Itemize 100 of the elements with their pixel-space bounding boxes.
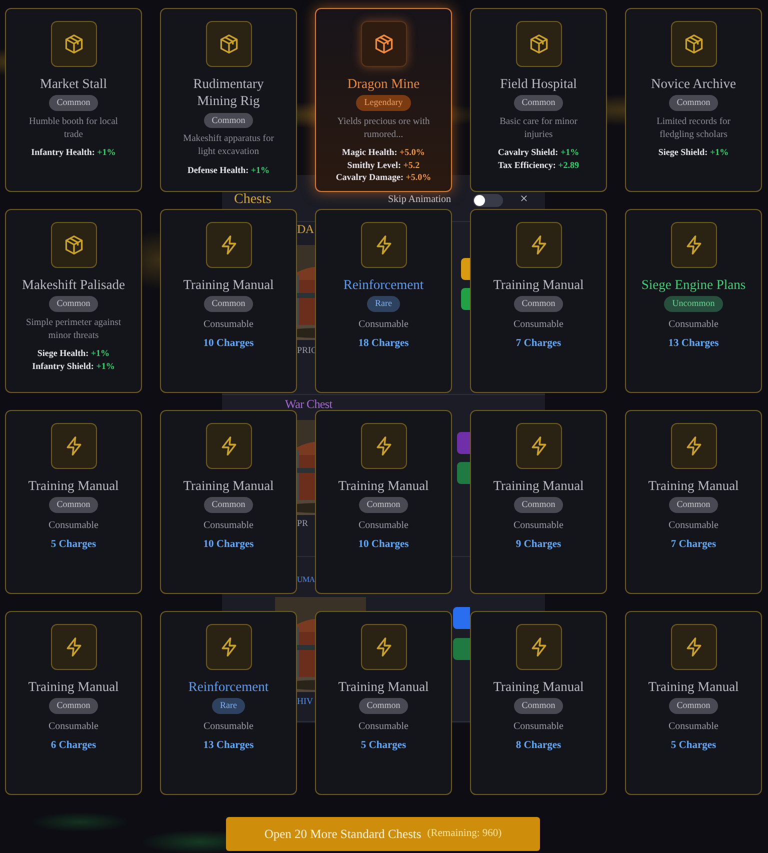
item-name: Training Manual <box>182 276 275 294</box>
rarity-badge: Common <box>514 95 564 111</box>
item-name: Training Manual <box>647 477 740 494</box>
section-title: DA <box>297 223 314 235</box>
item-description: Simple perimeter against minor threats <box>25 316 122 342</box>
rarity-badge: Common <box>204 296 254 312</box>
item-name: Training Manual <box>27 477 120 494</box>
bonus-stat: Siege Health: +1% <box>37 347 110 360</box>
rarity-badge: Common <box>358 497 408 513</box>
item-description: Yields precious ore with rumored... <box>336 116 431 142</box>
item-name: Dragon Mine <box>346 75 421 92</box>
charges-count: 5 Charges <box>50 538 96 552</box>
bonus-stat: Infantry Health: +1% <box>31 146 116 159</box>
item-name: Training Manual <box>647 678 740 696</box>
item-name: Siege Engine Plans <box>640 276 747 294</box>
charges-count: 13 Charges <box>668 336 719 351</box>
item-name: Training Manual <box>492 477 585 494</box>
rarity-badge: Common <box>668 698 718 714</box>
item-type: Consumable <box>514 720 564 734</box>
rarity-badge: Common <box>204 497 254 513</box>
chest-caption: HIV <box>297 697 313 706</box>
bonus-stat: Magic Health: +5.0% <box>342 146 425 159</box>
toggle-label: Skip Animation <box>388 195 452 205</box>
chest-button[interactable] <box>461 288 470 310</box>
item-name: Reinforcement <box>187 678 270 696</box>
charges-count: 7 Charges <box>516 336 562 351</box>
charges-count: 5 Charges <box>360 738 406 753</box>
bonus-stat: Siege Shield: +1% <box>658 146 729 159</box>
charges-count: 10 Charges <box>358 538 409 552</box>
item-name: Training Manual <box>492 276 585 294</box>
box-icon <box>682 33 704 55</box>
box-icon <box>372 33 394 55</box>
charges-count: 18 Charges <box>358 336 409 351</box>
item-name: Rudimentary Mining Rig <box>192 75 265 110</box>
bonus-stat: Cavalry Shield: +1% <box>498 146 580 159</box>
rarity-badge: Uncommon <box>664 296 723 312</box>
rarity-badge: Common <box>48 497 98 513</box>
item-name: Training Manual <box>492 678 585 696</box>
rarity-badge: Common <box>204 112 254 128</box>
item-type: Consumable <box>668 318 718 332</box>
charges-count: 7 Charges <box>670 538 716 552</box>
item-name: Training Manual <box>337 477 430 494</box>
item-type: Consumable <box>668 720 718 734</box>
charges-count: 5 Charges <box>670 738 716 753</box>
item-type: Consumable <box>48 518 98 533</box>
item-description: Limited records for fledgling scholars <box>656 116 732 142</box>
charges-count: 10 Charges <box>203 336 254 351</box>
close-button[interactable]: × <box>520 193 528 207</box>
item-description: Makeshift apparatus for light excavation <box>182 133 275 159</box>
item-type: Consumable <box>358 720 408 734</box>
item-name: Reinforcement <box>342 276 425 294</box>
rarity-badge: Common <box>668 497 718 513</box>
item-name: Novice Archive <box>650 75 738 92</box>
rarity-badge: Rare <box>367 296 400 312</box>
bonus-stat: Smithy Level: +5.2 <box>347 158 420 172</box>
chest-caption: PR <box>297 519 308 528</box>
rarity-badge: Common <box>48 698 98 714</box>
box-icon <box>62 33 84 55</box>
rarity-badge: Common <box>514 296 564 312</box>
item-type: Consumable <box>358 318 408 332</box>
item-type: Consumable <box>668 518 718 533</box>
section-title: UMA <box>297 576 315 584</box>
rarity-badge: Common <box>48 95 98 111</box>
section-title: War Chest <box>285 398 332 410</box>
bonus-stat: Tax Efficiency: +2.89 <box>498 158 580 172</box>
item-description: Basic care for minor injuries <box>498 116 578 142</box>
charges-count: 6 Charges <box>50 738 96 753</box>
rarity-badge: Common <box>358 698 408 714</box>
rarity-badge: Common <box>668 95 718 111</box>
item-name: Training Manual <box>182 477 275 494</box>
rarity-badge: Rare <box>212 698 245 714</box>
item-type: Consumable <box>204 318 254 332</box>
rarity-badge: Common <box>514 698 564 714</box>
item-type: Consumable <box>48 720 98 734</box>
item-name: Training Manual <box>27 678 120 696</box>
skip-toggle[interactable] <box>473 194 503 207</box>
charges-count: 10 Charges <box>203 538 254 552</box>
bonus-stat: Cavalry Damage: +5.0% <box>336 171 432 184</box>
item-type: Consumable <box>514 518 564 533</box>
rarity-badge: Common <box>48 296 98 312</box>
charges-count: 9 Charges <box>516 538 562 552</box>
box-icon <box>528 33 550 55</box>
item-type: Consumable <box>358 518 408 533</box>
charges-count: 13 Charges <box>203 738 254 753</box>
modal-title: Chests <box>234 193 272 207</box>
item-name: Field Hospital <box>499 75 578 92</box>
item-type: Consumable <box>204 518 254 533</box>
bonus-stat: Infantry Shield: +1% <box>32 360 115 372</box>
box-icon <box>62 234 84 256</box>
charges-count: 8 Charges <box>516 738 562 753</box>
rarity-badge: Legendary <box>356 95 411 111</box>
item-type: Consumable <box>204 720 254 734</box>
item-name: Training Manual <box>337 678 430 696</box>
item-name: Makeshift Palisade <box>20 276 126 294</box>
box-icon <box>218 33 240 55</box>
chest-button[interactable] <box>461 258 470 280</box>
rarity-badge: Common <box>514 497 564 513</box>
item-type: Consumable <box>514 318 564 332</box>
item-description: Humble booth for local trade <box>28 116 119 142</box>
item-name: Market Stall <box>38 75 108 92</box>
